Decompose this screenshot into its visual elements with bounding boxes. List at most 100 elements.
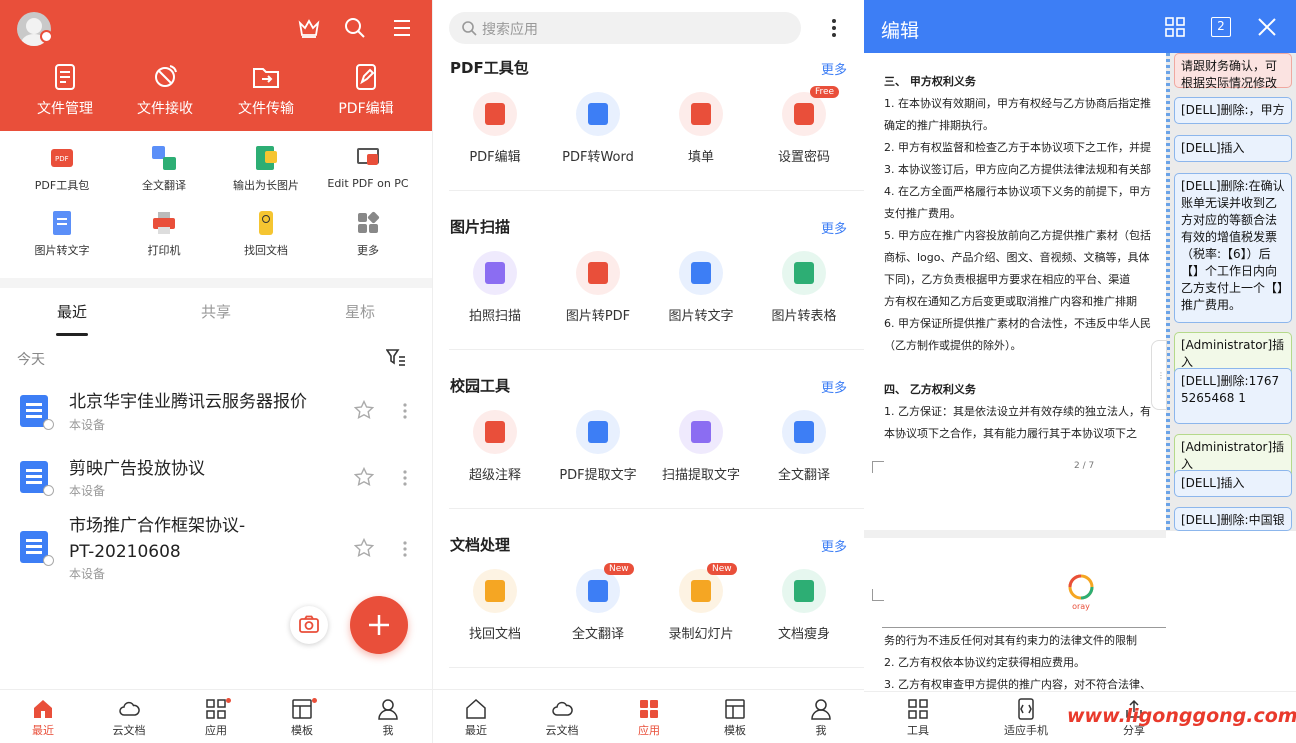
nav-apps[interactable]: 应用 <box>619 698 679 738</box>
nav-me[interactable]: 我 <box>358 698 418 738</box>
comment-card[interactable]: [DELL]删除:，甲方 <box>1174 97 1292 124</box>
recover-doc-button[interactable]: 找回文档 <box>212 210 320 258</box>
nav-recent[interactable]: 最近 <box>13 698 73 738</box>
nav-cloud-docs[interactable]: 云文档 <box>99 698 159 738</box>
notification-dot <box>312 698 317 703</box>
app-full-translate-2[interactable]: New 全文翻译 <box>548 563 648 642</box>
notification-dot <box>226 698 231 703</box>
more-vertical-icon[interactable] <box>831 18 837 38</box>
menu-icon[interactable] <box>390 16 414 40</box>
comment-card[interactable]: [DELL]插入 <box>1174 470 1292 497</box>
comment-card[interactable]: [DELL]删除:17675265468 1 <box>1174 368 1292 424</box>
add-button[interactable] <box>350 596 408 654</box>
image-to-text-label: 图片转文字 <box>34 244 90 257</box>
app-slim-doc[interactable]: 文档瘦身 <box>754 569 854 642</box>
tab-starred[interactable]: 星标 <box>345 301 375 322</box>
app-label: 全文翻译 <box>777 468 830 483</box>
comment-card[interactable]: [DELL]删除:在确认账单无误并收到乙方对应的等额合法有效的增值税发票（税率:… <box>1174 173 1292 323</box>
user-icon <box>811 699 831 720</box>
doc-line: 支付推广费用。 <box>884 207 961 220</box>
thumbnail-grid-icon[interactable] <box>1165 17 1185 37</box>
export-long-image-button[interactable]: 输出为长图片 <box>212 145 320 193</box>
star-icon[interactable] <box>354 400 374 420</box>
nav-templates[interactable]: 模板 <box>705 698 765 738</box>
tab-recent[interactable]: 最近 <box>57 301 87 322</box>
full-translate-button[interactable]: 全文翻译 <box>110 145 218 193</box>
nav-cloud-docs[interactable]: 云文档 <box>532 698 592 738</box>
more-tools-button[interactable]: 更多 <box>314 210 422 258</box>
comment-card[interactable]: [DELL]删除:中国银 <box>1174 507 1292 531</box>
file-receive-button[interactable]: 文件接收 <box>120 62 210 118</box>
nav-me-label: 我 <box>815 724 827 737</box>
doc-title: 市场推广合作框架协议-PT-20210608 <box>69 516 246 562</box>
close-icon[interactable] <box>1257 17 1277 37</box>
app-super-annotate[interactable]: 超级注释 <box>445 410 545 483</box>
new-badge: New <box>604 563 634 575</box>
more-link[interactable]: 更多 <box>821 536 847 555</box>
nav-me[interactable]: 我 <box>791 698 851 738</box>
tab-shared[interactable]: 共享 <box>201 301 231 322</box>
edit-pdf-on-pc-button[interactable]: Edit PDF on PC <box>314 145 422 190</box>
app-fill-form[interactable]: 填单 <box>651 92 751 165</box>
apps-grid-icon <box>640 700 658 718</box>
more-vertical-icon[interactable] <box>402 469 408 487</box>
doc-line: 6. 甲方保证所提供推广素材的合法性，不违反中华人民 <box>884 317 1151 330</box>
translate-icon: New <box>576 563 634 613</box>
tools-button[interactable]: 工具 <box>888 698 948 738</box>
fit-phone-button[interactable]: 适应手机 <box>996 698 1056 738</box>
document-page[interactable]: 三、 甲方权利义务 1. 在本协议有效期间，甲方有权经与乙方协商后指定推 确定的… <box>864 53 1166 693</box>
camera-button[interactable] <box>290 606 328 644</box>
printer-button[interactable]: 打印机 <box>110 210 218 258</box>
app-full-translate[interactable]: 全文翻译 <box>754 410 854 483</box>
new-badge: New <box>707 563 737 575</box>
more-link[interactable]: 更多 <box>821 377 847 396</box>
file-transfer-button[interactable]: 文件传输 <box>221 62 311 118</box>
doc-line: 确定的推广排期执行。 <box>884 119 994 132</box>
pdf-edit-button[interactable]: PDF编辑 <box>321 62 411 118</box>
grid-more-icon <box>355 210 381 236</box>
crown-icon[interactable] <box>297 16 321 40</box>
file-manage-button[interactable]: 文件管理 <box>20 62 110 118</box>
filter-icon[interactable] <box>386 348 406 366</box>
image-to-text-button[interactable]: 图片转文字 <box>8 210 116 258</box>
app-image-to-table[interactable]: 图片转表格 <box>754 251 854 324</box>
app-pdf-edit[interactable]: PDF编辑 <box>445 92 545 165</box>
sidebar-drag-handle[interactable]: ⋮ <box>1151 340 1167 410</box>
nav-apps[interactable]: 应用 <box>186 698 246 738</box>
translate-icon <box>782 410 826 454</box>
more-link[interactable]: 更多 <box>821 59 847 78</box>
page-count-button[interactable]: 2 <box>1211 17 1231 37</box>
bottom-nav: 最近 云文档 应用 模板 我 <box>0 689 432 743</box>
app-pdf-to-word[interactable]: PDF转Word <box>548 92 648 165</box>
app-record-slides[interactable]: New 录制幻灯片 <box>651 563 751 642</box>
comment-card[interactable]: 请跟财务确认，可根据实际情况修改 <box>1174 53 1292 90</box>
nav-cloud-docs-label: 云文档 <box>112 724 146 737</box>
search-input[interactable]: 搜索应用 <box>449 12 801 44</box>
nav-templates[interactable]: 模板 <box>272 698 332 738</box>
app-image-to-text[interactable]: 图片转文字 <box>651 251 751 324</box>
app-photo-scan[interactable]: 拍照扫描 <box>445 251 545 324</box>
star-icon[interactable] <box>354 538 374 558</box>
doc-location: 本设备 <box>69 567 106 581</box>
app-pdf-extract-text[interactable]: PDF提取文字 <box>548 410 648 483</box>
search-icon[interactable] <box>343 16 367 40</box>
pc-icon <box>355 145 381 171</box>
app-image-to-pdf[interactable]: 图片转PDF <box>548 251 648 324</box>
app-scan-extract-text[interactable]: 扫描提取文字 <box>651 410 751 483</box>
editor-header: 编辑 2 <box>864 0 1296 53</box>
doc-file-icon <box>20 395 54 430</box>
plus-icon <box>369 615 389 635</box>
comment-card[interactable]: [DELL]插入 <box>1174 135 1292 162</box>
star-icon[interactable] <box>354 467 374 487</box>
more-link[interactable]: 更多 <box>821 218 847 237</box>
more-vertical-icon[interactable] <box>402 402 408 420</box>
more-vertical-icon[interactable] <box>402 540 408 558</box>
pdf-toolkit-button[interactable]: PDF PDF工具包 <box>8 145 116 193</box>
editor-panel: 编辑 2 三、 甲方权利义务 1. 在本协议有效期间，甲方有权经与乙方协商后指定… <box>864 0 1296 743</box>
nav-recent[interactable]: 最近 <box>446 698 506 738</box>
app-label: 填单 <box>687 150 714 165</box>
app-set-password[interactable]: Free 设置密码 <box>754 86 854 165</box>
app-recover-doc[interactable]: 找回文档 <box>445 569 545 642</box>
vip-badge-icon <box>40 30 53 43</box>
app-label: 图片转表格 <box>771 309 837 324</box>
